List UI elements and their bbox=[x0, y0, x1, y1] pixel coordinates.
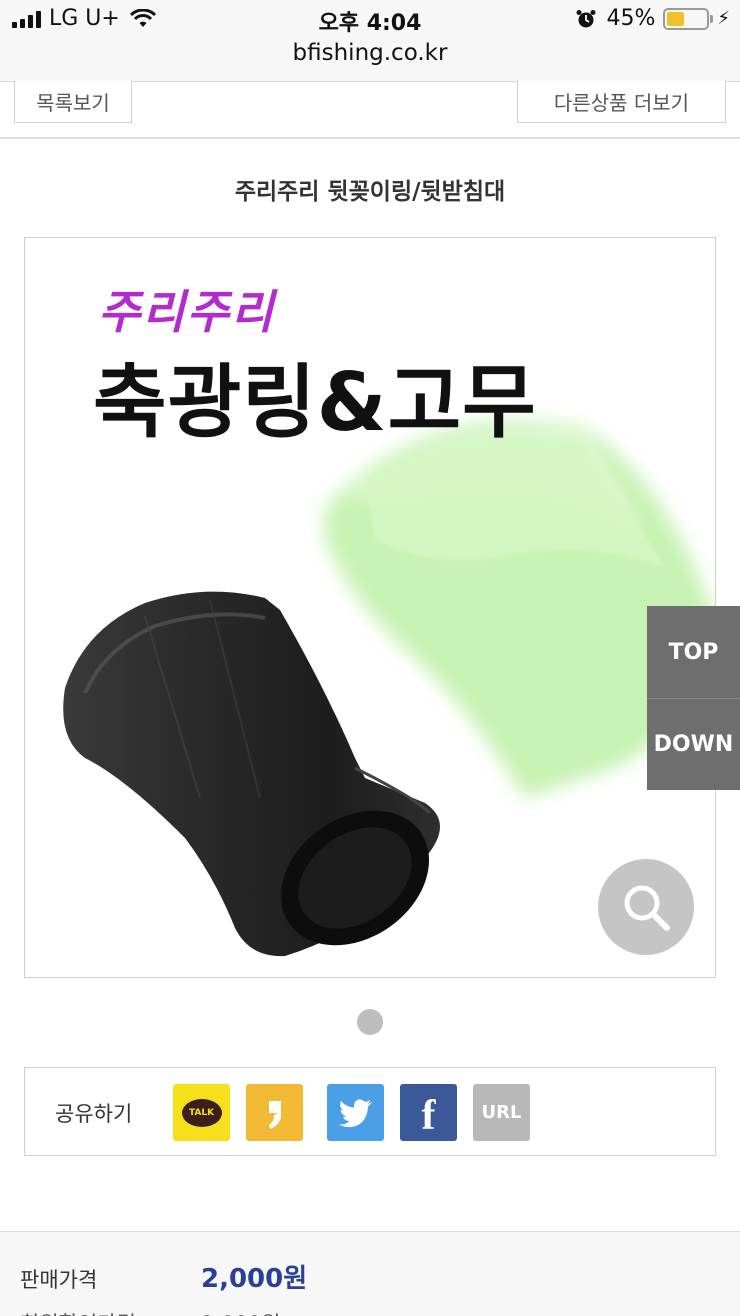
scroll-top-button[interactable]: TOP bbox=[647, 606, 740, 698]
status-right: 45% ⚡ bbox=[576, 6, 730, 31]
kakaostory-icon[interactable] bbox=[246, 1084, 303, 1141]
battery-tip bbox=[710, 14, 714, 23]
share-box: 공유하기 TALK f URL bbox=[24, 1067, 716, 1156]
status-bar: LG U+ 오후 4:04 45% ⚡ bfishing.co.kr bbox=[0, 0, 740, 82]
magnifier-icon bbox=[624, 885, 670, 931]
scroll-buttons: TOP DOWN bbox=[647, 606, 740, 790]
more-products-button[interactable]: 다른상품 더보기 bbox=[517, 81, 726, 123]
twitter-icon[interactable] bbox=[327, 1084, 384, 1141]
battery-level bbox=[667, 11, 685, 26]
member-price-value: 2,000원 bbox=[201, 1308, 280, 1316]
price-section: 판매가격 2,000원 회원할인가격 2,000원 bbox=[0, 1231, 740, 1316]
kakaotalk-icon[interactable]: TALK bbox=[173, 1084, 230, 1141]
kakaostory-glyph bbox=[268, 1100, 281, 1129]
charging-icon: ⚡ bbox=[717, 8, 730, 29]
product-image[interactable]: 주리주리 축광링&고무 bbox=[24, 237, 716, 978]
image-brand-text: 주리주리 bbox=[98, 285, 276, 339]
address-url[interactable]: bfishing.co.kr bbox=[0, 40, 740, 66]
list-button[interactable]: 목록보기 bbox=[14, 81, 132, 123]
alarm-icon bbox=[576, 9, 596, 27]
battery-icon bbox=[663, 7, 710, 30]
battery-percent: 45% bbox=[606, 6, 656, 31]
price-label: 판매가격 bbox=[20, 1268, 98, 1292]
zoom-button[interactable] bbox=[598, 859, 694, 955]
price-value: 2,000원 bbox=[201, 1264, 308, 1294]
image-headline-text: 축광링&고무 bbox=[93, 356, 537, 449]
product-nav-bar: 목록보기 다른상품 더보기 bbox=[0, 81, 740, 139]
share-label: 공유하기 bbox=[55, 1102, 133, 1126]
url-icon[interactable]: URL bbox=[473, 1084, 530, 1141]
carousel-indicator[interactable] bbox=[357, 1009, 383, 1035]
rubber-cap-shape bbox=[63, 591, 440, 957]
product-title: 주리주리 뒷꽂이링/뒷받침대 bbox=[234, 179, 506, 205]
url-icon-text: URL bbox=[481, 1102, 522, 1123]
facebook-icon[interactable]: f bbox=[400, 1084, 457, 1141]
scroll-down-button[interactable]: DOWN bbox=[647, 698, 740, 790]
twitter-bird bbox=[338, 1098, 372, 1127]
member-price-label: 회원할인가격 bbox=[20, 1308, 136, 1316]
facebook-glyph: f bbox=[421, 1092, 436, 1139]
kakaotalk-text: TALK bbox=[181, 1098, 222, 1127]
